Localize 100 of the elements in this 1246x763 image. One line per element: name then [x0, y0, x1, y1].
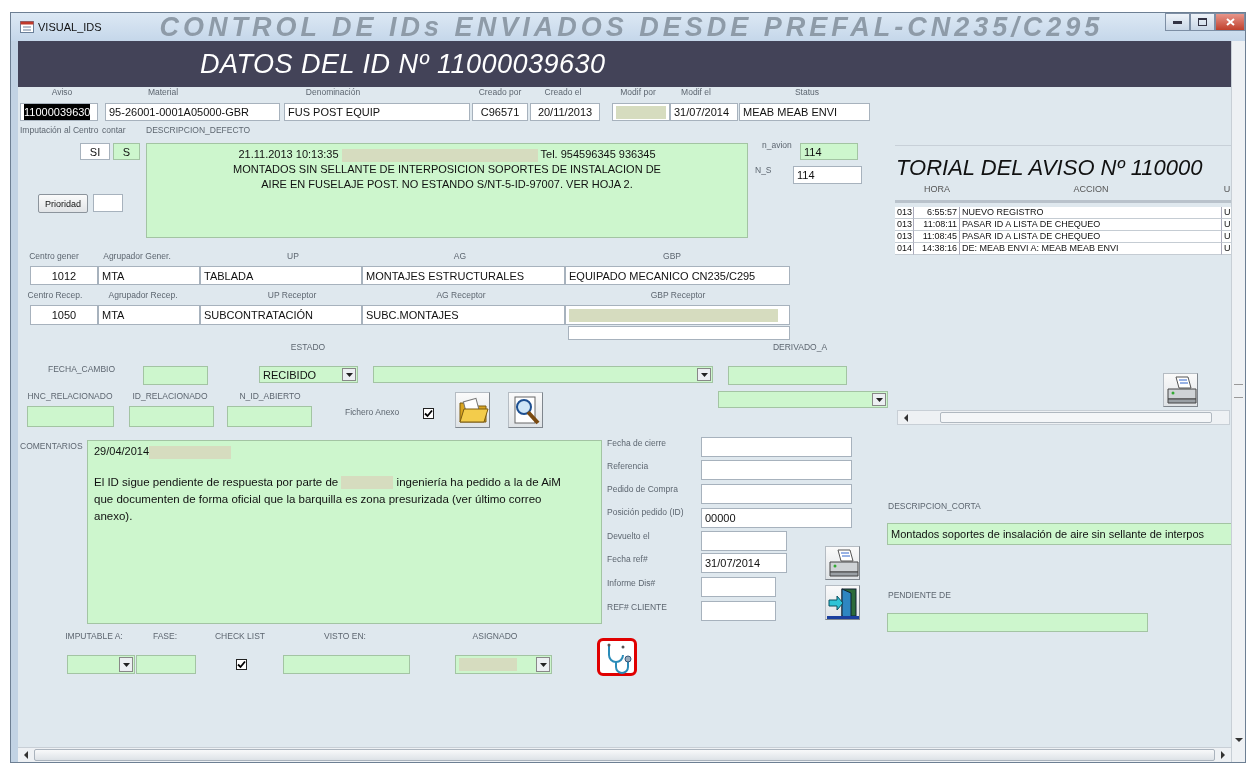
input-field[interactable] [136, 655, 196, 674]
input-field[interactable]: 114 [793, 166, 862, 184]
input-field[interactable]: 31/07/2014 [701, 553, 787, 573]
input-field[interactable] [143, 366, 208, 385]
column-header: ACCION [1072, 184, 1110, 196]
input-field[interactable] [612, 103, 670, 121]
input-field[interactable] [701, 531, 787, 551]
input-field[interactable] [701, 484, 852, 504]
input-field[interactable]: 00000 [701, 508, 852, 528]
exit-button[interactable] [825, 585, 860, 620]
column-header: U [1222, 184, 1231, 196]
input-field[interactable]: SI [80, 143, 110, 160]
input-field[interactable]: 20/11/2013 [530, 103, 600, 121]
input-field[interactable]: EQUIPADO MECANICO CN235/C295 [565, 266, 790, 285]
table-cell: 6:55:57 [914, 207, 960, 219]
field-label: Denominación [305, 87, 361, 97]
maximize-button[interactable] [1190, 13, 1215, 31]
input-field[interactable]: C96571 [472, 103, 528, 121]
input-field[interactable]: 1012 [30, 266, 98, 285]
dropdown-button[interactable] [536, 657, 550, 672]
input-field[interactable] [283, 655, 410, 674]
stethoscope-button[interactable] [597, 638, 637, 676]
table-cell: 14:38:16 [914, 243, 960, 255]
input-field[interactable] [701, 577, 776, 597]
text-area[interactable]: 21.11.2013 10:13:35 Tel. 954596345 936345 MONTADOS SIN SELLANTE DE INTERPOSICION SOPORTES DE INSTALACION DE AIRE EN FUSELAJE POST. NO ESTANDO S/NT-5-ID-97007. VER HOJA 2. [146, 143, 748, 238]
field-label: UP Receptor [267, 290, 317, 300]
field-label: Creado por [478, 87, 522, 97]
print-button[interactable] [825, 546, 860, 580]
dropdown-arrow-icon [345, 372, 353, 377]
input-field[interactable]: S [113, 143, 140, 160]
form-icon [20, 21, 34, 33]
dropdown-button[interactable] [342, 368, 356, 381]
field-label: REF# CLIENTE [607, 602, 667, 612]
table-cell: 11:08:45 [914, 231, 960, 243]
input-field[interactable]: TABLADA [200, 266, 362, 285]
input-field[interactable]: MONTAJES ESTRUCTURALES [362, 266, 565, 285]
dropdown-button[interactable] [119, 657, 133, 672]
field-label: VISTO EN: [324, 631, 366, 641]
field-label: N_ID_ABIERTO [239, 391, 301, 401]
field-label: DESCRIPCION_DEFECTO [146, 125, 251, 135]
field-label: AG Receptor [436, 290, 486, 300]
input-field[interactable] [227, 406, 312, 427]
input-field[interactable]: 31/07/2014 [670, 103, 738, 121]
input-field[interactable] [701, 601, 776, 621]
printer-icon [826, 546, 859, 580]
input-field[interactable]: FUS POST EQUIP [284, 103, 470, 121]
field-label: COMENTARIOS [20, 441, 83, 451]
dropdown-button[interactable] [697, 368, 711, 381]
checkbox[interactable] [236, 659, 247, 670]
minimize-button[interactable] [1165, 13, 1190, 31]
field-label: Fecha ref# [607, 554, 648, 564]
input-field[interactable] [27, 406, 114, 427]
input-field[interactable]: 114 [800, 143, 858, 160]
input-field[interactable]: MTA [98, 305, 200, 325]
field-label: Status [794, 87, 820, 97]
field-label: DERIVADO_A [772, 342, 828, 352]
checkbox[interactable] [423, 408, 434, 419]
field-label: FASE: [152, 631, 178, 641]
input-field[interactable]: MEAB MEAB ENVI [739, 103, 870, 121]
input-field[interactable] [565, 305, 790, 325]
input-field[interactable] [887, 613, 1148, 632]
comment-text: El ID sigue pendiente de respuesta por parte de ingeniería ha pedido a la de AiM que documenten de forma oficial que la barquilla es zona presurizada (ver último correo anexo). [94, 475, 562, 524]
scrollbar[interactable] [1231, 41, 1245, 762]
input-field[interactable] [568, 326, 790, 340]
field-label: Creado el [544, 87, 582, 97]
text-area[interactable]: 29/04/2014 El ID sigue pendiente de respuesta por parte de ingeniería ha pedido a la de AiM que documenten de forma oficial que la barquilla es zona presurizada (ver último correo anexo). [87, 440, 602, 624]
folder-button[interactable] [455, 392, 490, 428]
scrollbar[interactable] [18, 747, 1231, 762]
input-field[interactable] [701, 460, 852, 480]
dropdown-arrow-icon [875, 397, 883, 402]
input-field[interactable] [728, 366, 847, 385]
scrollbar[interactable] [897, 410, 1230, 425]
background-title: CONTROL DE IDs ENVIADOS DESDE PREFAL-CN235/C295 [159, 13, 1104, 41]
field-label: Informe Dis# [607, 578, 656, 588]
priority-button[interactable]: Prioridad [38, 194, 88, 213]
column-header: HORA [923, 184, 951, 196]
input-field[interactable]: 11000039630 [20, 103, 98, 121]
input-field[interactable]: SUBC.MONTAJES [362, 305, 565, 325]
field-label: Centro gener [29, 251, 79, 261]
input-field[interactable] [701, 437, 852, 457]
print-button[interactable] [1163, 373, 1198, 407]
scroll-left-icon [902, 413, 910, 422]
input-field[interactable]: MTA [98, 266, 200, 285]
close-button[interactable] [1215, 13, 1245, 31]
field-label: Agrupador Recep. [108, 290, 178, 300]
input-field[interactable]: 1050 [30, 305, 98, 325]
input-field[interactable] [93, 194, 123, 212]
field-label: contar [102, 125, 126, 135]
input-field[interactable]: 95-26001-0001A05000-GBR [105, 103, 280, 121]
input-field[interactable] [129, 406, 214, 427]
combo-box[interactable]: RECIBIDO [259, 366, 358, 383]
field-label: n_avion [762, 140, 792, 150]
field-label: ESTADO [290, 342, 326, 352]
input-field[interactable]: Montados soportes de insalación de aire sin sellante de interpos [887, 523, 1231, 545]
input-field[interactable]: SUBCONTRATACIÓN [200, 305, 362, 325]
note-text: 21.11.2013 10:13:35 Tel. 954596345 936345 [237, 147, 657, 162]
search-button[interactable] [508, 392, 543, 428]
dropdown-button[interactable] [872, 393, 886, 406]
field-label: FECHA_CAMBIO [48, 364, 116, 374]
window-title: VISUAL_IDS [38, 21, 102, 33]
